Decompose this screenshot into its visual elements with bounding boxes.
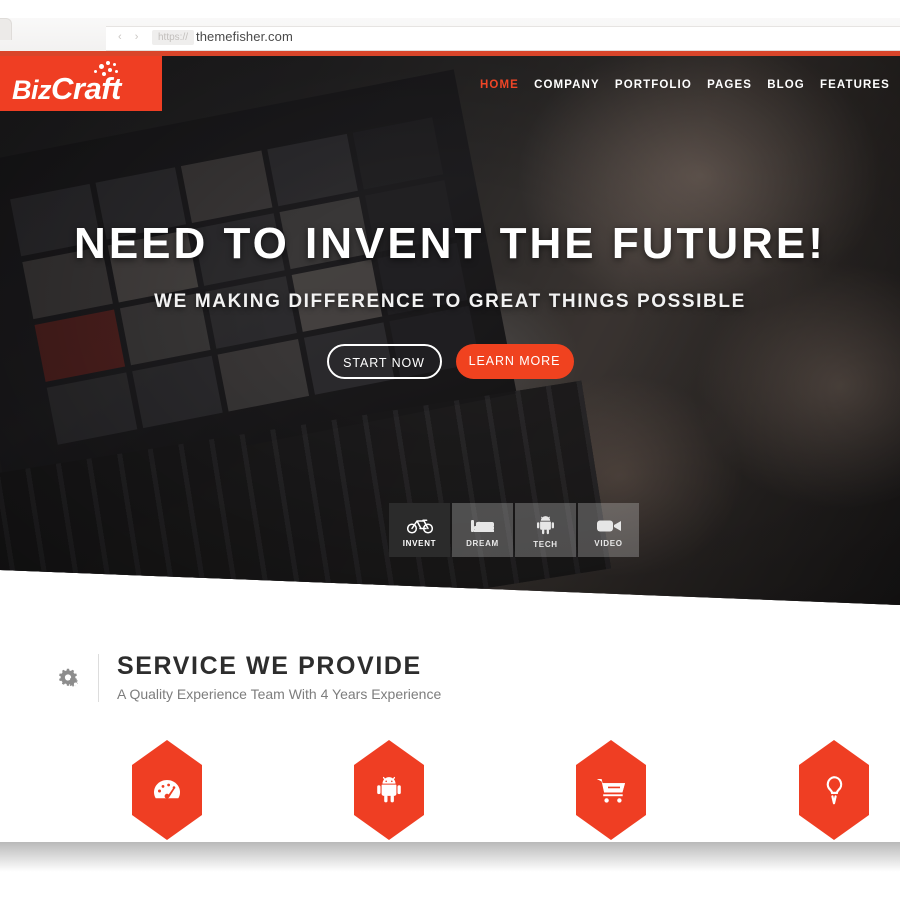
- services-header-divider: [98, 653, 99, 702]
- category-tab-tech[interactable]: TECH: [515, 503, 576, 557]
- nav-item-home[interactable]: HOME: [480, 79, 519, 91]
- browser-tab[interactable]: [0, 18, 12, 40]
- hero-cta-group: START NOW LEARN MORE: [0, 344, 900, 379]
- hexagon-shape[interactable]: [799, 740, 869, 840]
- shopping-cart-icon: [596, 777, 626, 804]
- services-section: SERVICE WE PROVIDE A Quality Experience …: [0, 610, 900, 842]
- browser-titlebar: [0, 0, 900, 18]
- category-tab-label: TECH: [533, 540, 558, 549]
- category-tab-label: INVENT: [402, 539, 437, 548]
- page-bottom-shadow: [0, 842, 900, 880]
- android-icon: [376, 776, 402, 804]
- service-hexagon-row: [0, 740, 900, 840]
- category-tab-label: VIDEO: [594, 538, 623, 548]
- category-tab-video[interactable]: VIDEO: [578, 503, 639, 557]
- dashboard-gauge-icon: [152, 778, 182, 802]
- hero-headline: NEED TO INVENT THE FUTURE!: [74, 219, 826, 268]
- services-subtitle: A Quality Experience Team With 4 Years E…: [117, 686, 442, 702]
- services-header-text: SERVICE WE PROVIDE A Quality Experience …: [117, 652, 441, 703]
- nav-item-features[interactable]: FEATURES: [820, 79, 890, 91]
- nav-item-portfolio[interactable]: PORTFOLIO: [615, 79, 692, 91]
- category-tab-invent[interactable]: INVENT: [389, 503, 450, 557]
- bicycle-icon: [406, 517, 433, 534]
- site-logo[interactable]: BizCraft: [0, 56, 162, 111]
- services-title: SERVICE WE PROVIDE: [117, 652, 422, 680]
- site-logo-text: BizCraft: [12, 71, 121, 106]
- hero-subheadline: WE MAKING DIFFERENCE TO GREAT THINGS POS…: [154, 291, 746, 312]
- url-text[interactable]: themefisher.com: [196, 29, 293, 45]
- logo-text-biz: Biz: [12, 75, 52, 105]
- services-header: SERVICE WE PROVIDE A Quality Experience …: [50, 652, 441, 703]
- nav-item-blog[interactable]: BLOG: [767, 79, 805, 91]
- bed-icon: [470, 517, 496, 534]
- nav-item-company[interactable]: COMPANY: [534, 79, 600, 91]
- nav-item-pages[interactable]: PAGES: [707, 79, 752, 91]
- service-item-cart[interactable]: [576, 740, 646, 840]
- service-item-android[interactable]: [354, 740, 424, 840]
- back-forward-icon[interactable]: ‹ ›: [118, 31, 143, 43]
- category-tab-dream[interactable]: DREAM: [452, 503, 513, 557]
- site-navigation: HOME COMPANY PORTFOLIO PAGES BLOG FEATUR…: [480, 74, 890, 96]
- hero-category-tabs: INVENT DREAM TECH VIDEO: [389, 503, 641, 557]
- learn-more-button[interactable]: LEARN MORE: [455, 344, 574, 379]
- logo-text-craft: Craft: [51, 71, 121, 106]
- service-item-dashboard[interactable]: [132, 740, 202, 840]
- hexagon-shape[interactable]: [354, 740, 424, 840]
- browser-chrome: ‹ › https:// themefisher.com: [0, 0, 900, 52]
- hexagon-shape[interactable]: [576, 740, 646, 840]
- service-item-idea[interactable]: [799, 740, 869, 840]
- scheme-badge: https://: [152, 30, 195, 45]
- video-camera-icon: [596, 518, 622, 534]
- start-now-button[interactable]: START NOW: [326, 344, 442, 379]
- browser-page-preview: ‹ › https:// themefisher.com BizCraft HO…: [0, 0, 900, 900]
- category-tab-label: DREAM: [466, 539, 499, 548]
- android-icon: [536, 516, 555, 535]
- hexagon-shape[interactable]: [132, 740, 202, 840]
- lightbulb-icon: [823, 775, 845, 805]
- gears-icon: [50, 661, 84, 695]
